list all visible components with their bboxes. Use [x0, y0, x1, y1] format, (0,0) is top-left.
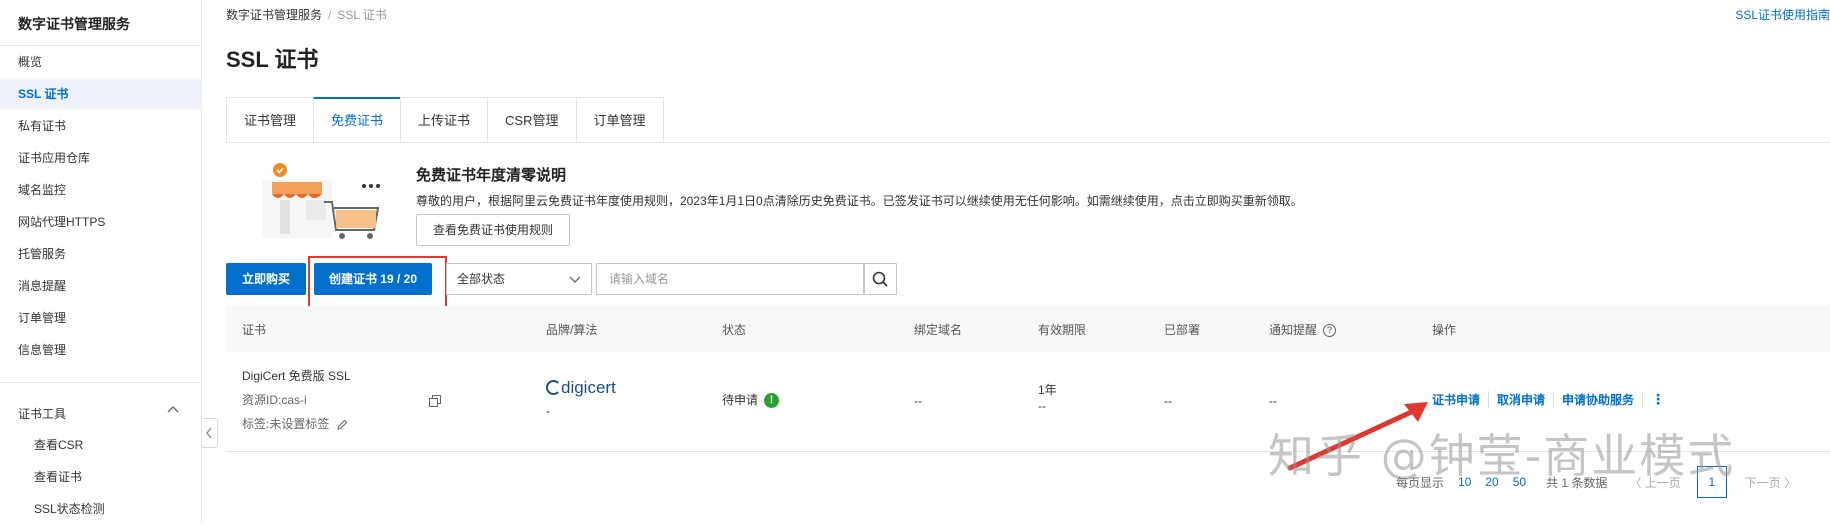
tab-order-management[interactable]: 订单管理 — [575, 97, 664, 143]
next-page-button[interactable]: 下一页 〉 — [1745, 474, 1796, 491]
tab-cert-management[interactable]: 证书管理 — [226, 97, 314, 143]
resource-id-text: 资源ID:cas-i — [242, 393, 307, 407]
sidebar-item-cert-repo[interactable]: 证书应用仓库 — [0, 143, 202, 173]
page-title: SSL 证书 — [226, 47, 319, 72]
sidebar-item-ssl-check[interactable]: SSL状态检测 — [0, 494, 202, 524]
row-actions: 证书申请 取消申请 申请协助服务 ⋮ — [1432, 391, 1665, 408]
validity-sub: -- — [1038, 399, 1046, 413]
col-deployed: 已部署 — [1164, 323, 1201, 337]
cancel-apply-link[interactable]: 取消申请 — [1488, 391, 1553, 408]
sidebar: 数字证书管理服务 概览 SSL 证书 私有证书 证书应用仓库 域名监控 网站代理… — [0, 0, 202, 522]
sidebar-item-proxy-https[interactable]: 网站代理HTTPS — [0, 207, 202, 237]
breadcrumb: 数字证书管理服务 / SSL 证书 — [226, 6, 387, 23]
tab-free-cert[interactable]: 免费证书 — [313, 97, 401, 143]
view-free-cert-rules-button[interactable]: 查看免费证书使用规则 — [416, 214, 571, 246]
sidebar-item-notifications[interactable]: 消息提醒 — [0, 271, 202, 301]
sidebar-item-view-cert[interactable]: 查看证书 — [0, 462, 202, 492]
domain-search-input[interactable] — [596, 263, 864, 295]
sidebar-item-hosting[interactable]: 托管服务 — [0, 239, 202, 269]
bound-domain: -- — [914, 394, 922, 408]
sidebar-divider — [0, 45, 202, 46]
deployed: -- — [1164, 394, 1172, 408]
col-validity: 有效期限 — [1038, 323, 1087, 337]
shop-cart-illustration-icon — [262, 163, 380, 239]
tabs-divider — [226, 142, 1830, 143]
highlight-box — [308, 256, 447, 312]
digicert-logo: digicert — [546, 378, 616, 398]
more-icon[interactable]: ⋮ — [1642, 391, 1665, 408]
search-button[interactable] — [864, 263, 897, 295]
status-filter-value: 全部状态 — [457, 272, 506, 286]
sidebar-divider — [0, 382, 202, 383]
chevron-down-icon — [569, 276, 581, 283]
chevron-left-icon — [206, 427, 212, 439]
tag-text: 标签:未设置标签 — [242, 417, 330, 431]
buy-now-button[interactable]: 立即购买 — [226, 263, 306, 295]
copy-icon[interactable] — [429, 394, 442, 407]
tag-line: 标签:未设置标签 — [242, 415, 348, 432]
brand-algorithm: - — [546, 404, 550, 418]
tab-csr-management[interactable]: CSR管理 — [487, 97, 576, 143]
sidebar-item-ssl[interactable]: SSL 证书 — [0, 79, 202, 109]
chevron-up-icon[interactable] — [164, 401, 182, 419]
notice-text: 尊敬的用户，根据阿里云免费证书年度使用规则，2023年1月1日0点清除历史免费证… — [416, 194, 1303, 208]
status-filter-select[interactable]: 全部状态 — [446, 263, 592, 295]
col-notify-label: 通知提醒 — [1269, 323, 1318, 337]
sidebar-item-domain-monitor[interactable]: 域名监控 — [0, 175, 202, 205]
col-status: 状态 — [722, 323, 747, 337]
status-text: 待申请 — [722, 393, 759, 407]
tab-upload-cert[interactable]: 上传证书 — [400, 97, 488, 143]
sidebar-item-view-csr[interactable]: 查看CSR — [0, 430, 202, 460]
validity: 1年 — [1038, 383, 1057, 397]
status-cell: 待申请! — [722, 391, 780, 409]
sidebar-item-private-cert[interactable]: 私有证书 — [0, 111, 202, 141]
cert-name: DigiCert 免费版 SSL — [242, 369, 351, 383]
breadcrumb-parent[interactable]: 数字证书管理服务 — [226, 8, 322, 22]
assist-service-link[interactable]: 申请协助服务 — [1553, 391, 1642, 408]
sidebar-item-orders[interactable]: 订单管理 — [0, 303, 202, 333]
breadcrumb-separator: / — [328, 8, 332, 22]
sidebar-title: 数字证书管理服务 — [18, 16, 130, 32]
sidebar-item-info[interactable]: 信息管理 — [0, 335, 202, 365]
status-info-icon[interactable]: ! — [764, 393, 780, 409]
sidebar-group-tools[interactable]: 证书工具 — [18, 405, 66, 422]
sidebar-item-overview[interactable]: 概览 — [0, 47, 202, 77]
sidebar-collapse-handle[interactable] — [202, 418, 218, 448]
col-cert: 证书 — [242, 323, 267, 337]
col-actions: 操作 — [1432, 323, 1457, 337]
breadcrumb-current: SSL 证书 — [337, 8, 387, 22]
resource-id: 资源ID:cas-i — [242, 391, 442, 408]
col-notify: 通知提醒? — [1269, 321, 1337, 338]
usage-guide-link[interactable]: SSL证书使用指南 — [1735, 6, 1830, 23]
search-icon — [872, 271, 888, 287]
table-header: 证书 品牌/算法 状态 绑定域名 有效期限 已部署 通知提醒? 操作 — [226, 306, 1830, 352]
help-icon[interactable]: ? — [1323, 324, 1337, 338]
edit-icon[interactable] — [336, 419, 348, 431]
notice-title: 免费证书年度清零说明 — [416, 167, 567, 184]
tab-bar: 证书管理 免费证书 上传证书 CSR管理 订单管理 — [226, 97, 664, 143]
watermark: 知乎 @钟莹-商业模式 — [1268, 429, 1736, 483]
col-domain: 绑定域名 — [914, 323, 963, 337]
col-brand: 品牌/算法 — [546, 323, 598, 337]
